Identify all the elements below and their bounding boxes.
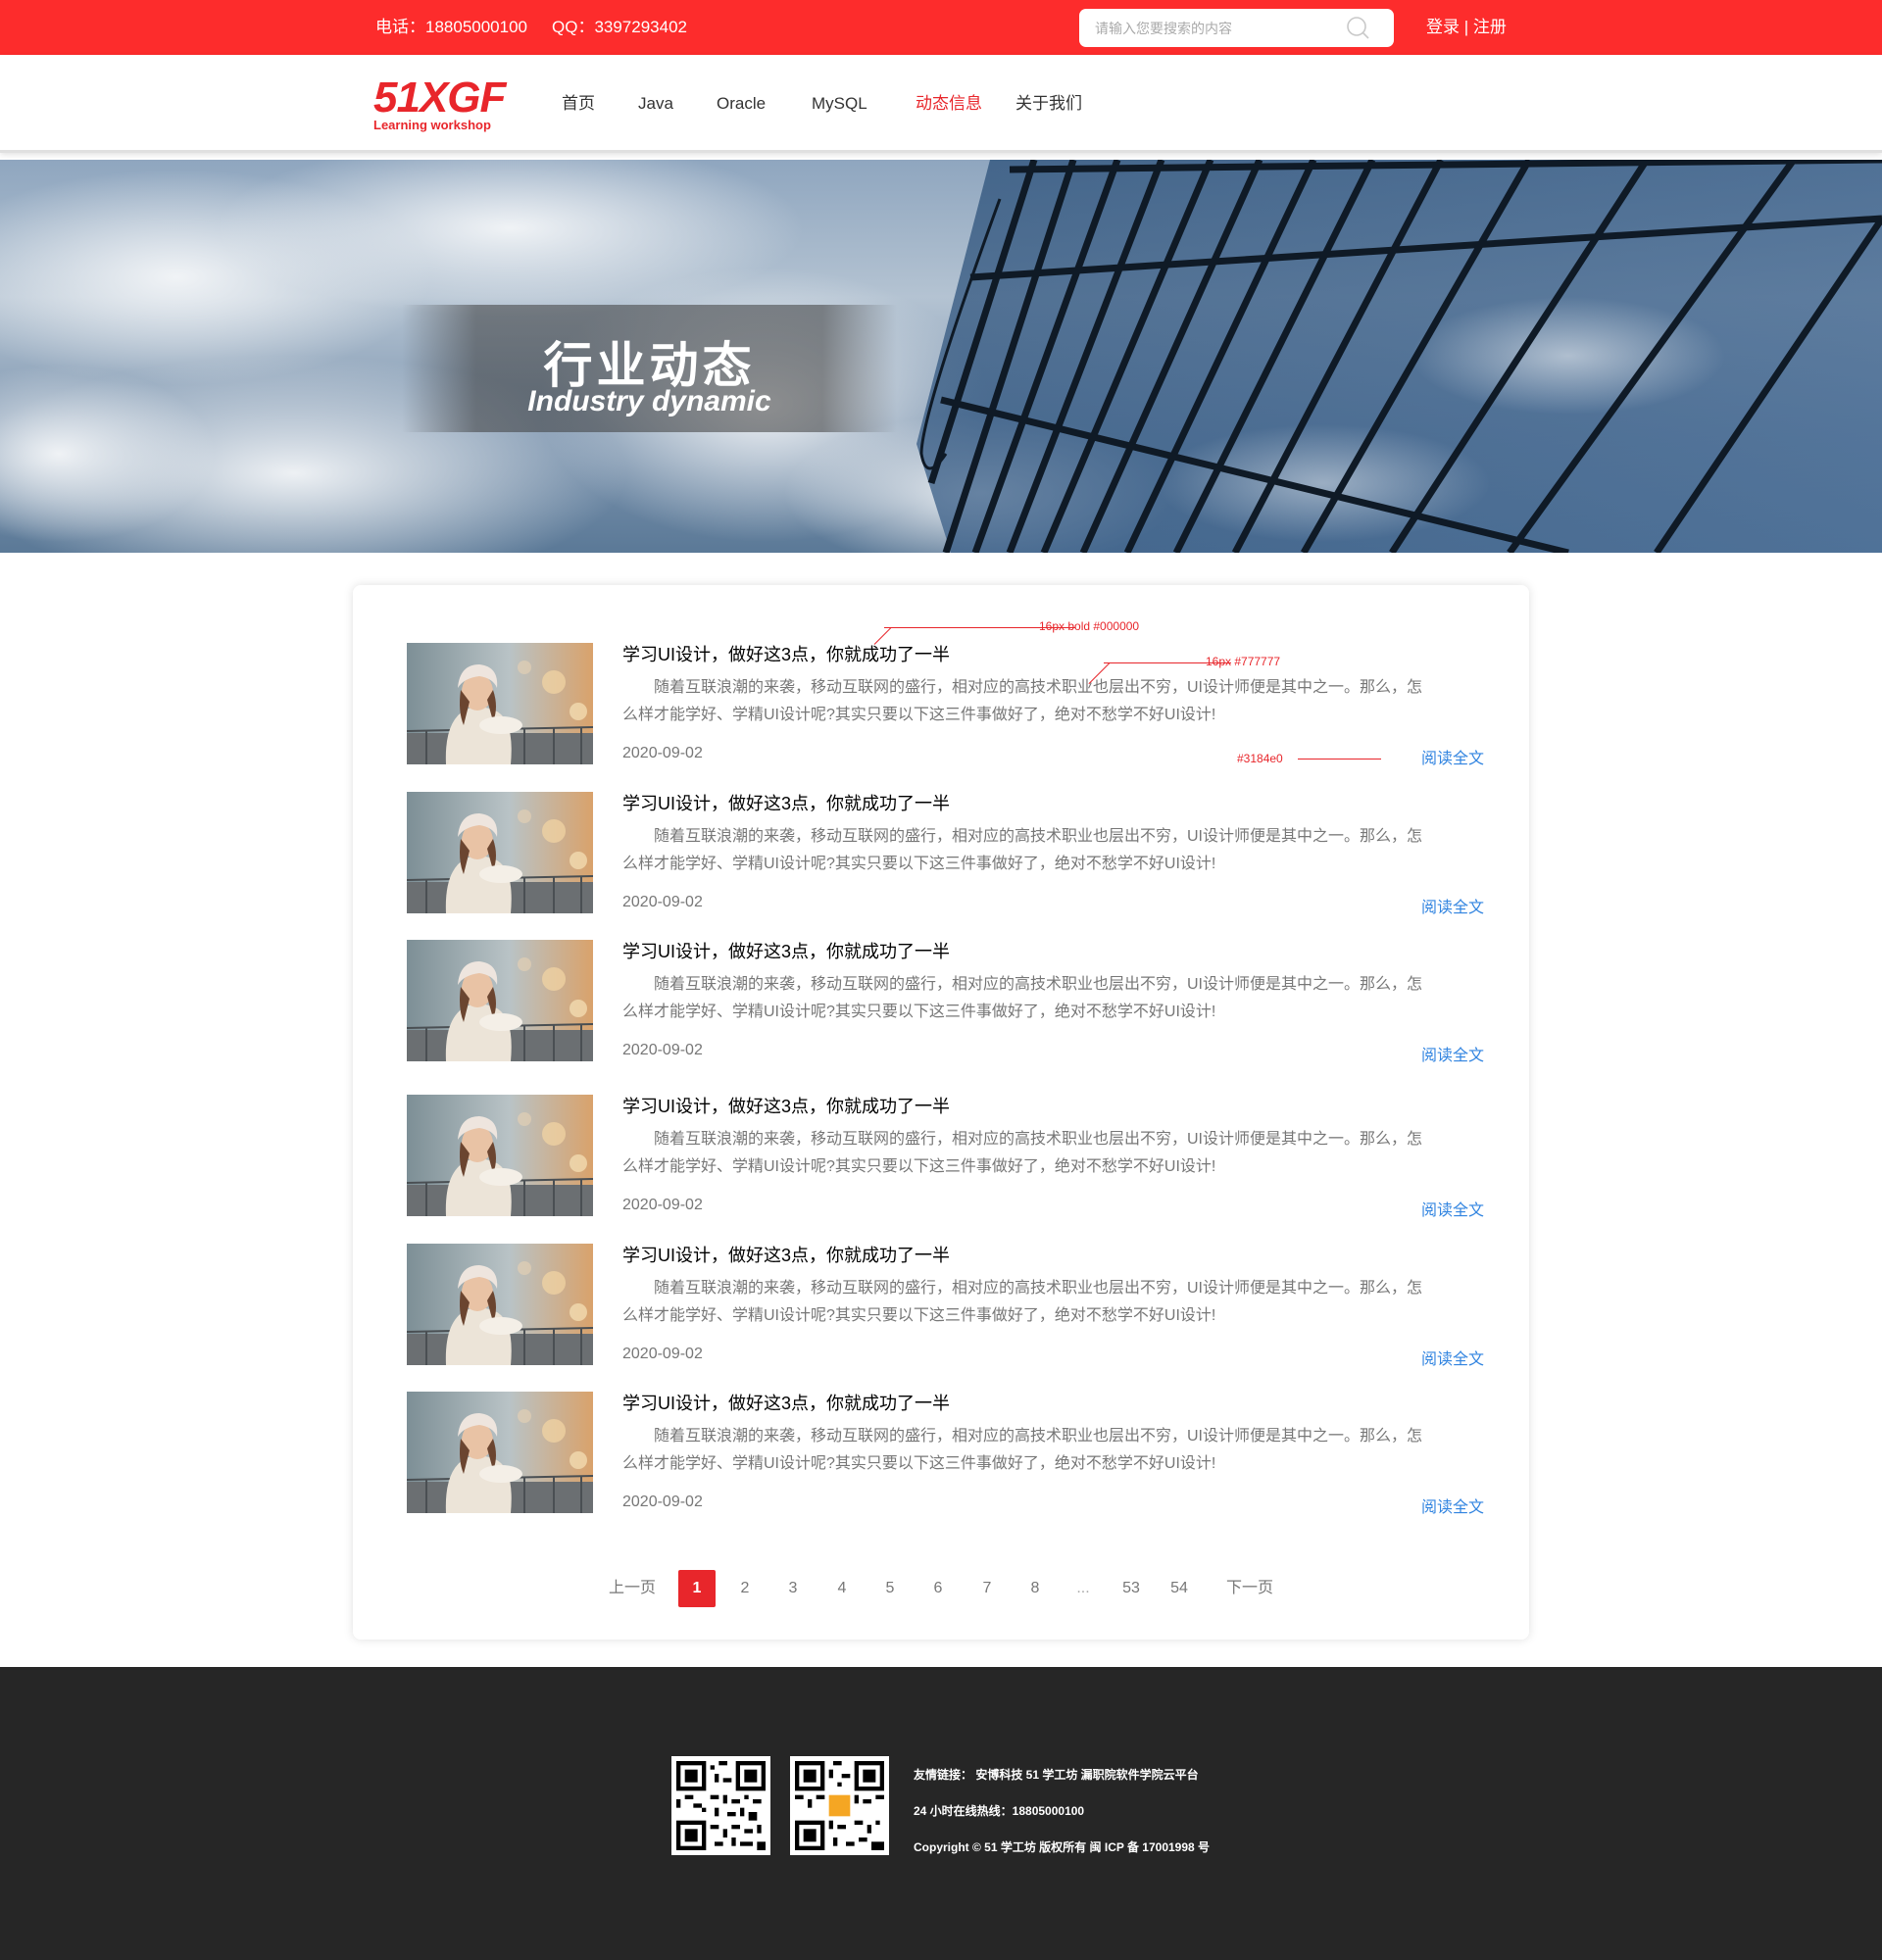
article-thumbnail[interactable] — [407, 1244, 593, 1365]
article-excerpt: 随着互联浪潮的来袭，移动互联网的盛行，相对应的高技术职业也层出不穷，UI设计师便… — [622, 1280, 1423, 1324]
list-item[interactable]: 学习UI设计，做好这3点，你就成功了一半 随着互联浪潮的来袭，移动互联网的盛行，… — [407, 1093, 1484, 1219]
register-link[interactable]: 注册 — [1473, 18, 1507, 36]
top-bar: 电话：18805000100 QQ：3397293402 登录 | 注册 — [0, 0, 1882, 55]
list-item[interactable]: 学习UI设计，做好这3点，你就成功了一半 随着互联浪潮的来袭，移动互联网的盛行，… — [407, 938, 1484, 1064]
article-date: 2020-09-02 — [622, 1042, 703, 1058]
list-item[interactable]: 学习UI设计，做好这3点，你就成功了一半 随着互联浪潮的来袭，移动互联网的盛行，… — [407, 1390, 1484, 1516]
list-item[interactable]: 学习UI设计，做好这3点，你就成功了一半 随着互联浪潮的来袭，移动互联网的盛行，… — [407, 790, 1484, 916]
banner-subtitle: Industry dynamic — [527, 385, 771, 417]
article-date: 2020-09-02 — [622, 745, 703, 761]
search-box — [1079, 9, 1394, 47]
annotation-title-spec: 16px bold #000000 — [1039, 619, 1140, 633]
qq-number: QQ：3397293402 — [552, 18, 687, 36]
article-thumbnail[interactable] — [407, 1095, 593, 1216]
read-more-link[interactable]: 阅读全文 — [1421, 1197, 1484, 1220]
article-date: 2020-09-02 — [622, 1494, 703, 1510]
search-icon[interactable] — [1346, 16, 1371, 41]
pagination-page[interactable]: 7 — [968, 1570, 1006, 1607]
qr-code-1 — [671, 1756, 770, 1855]
pagination-page[interactable]: 8 — [1016, 1570, 1054, 1607]
pagination-page[interactable]: 6 — [919, 1570, 957, 1607]
article-excerpt: 随着互联浪潮的来袭，移动互联网的盛行，相对应的高技术职业也层出不穷，UI设计师便… — [622, 976, 1423, 1020]
search-input[interactable] — [1093, 9, 1338, 47]
pagination-page[interactable]: 4 — [823, 1570, 861, 1607]
nav-item-mysql[interactable]: MySQL — [812, 55, 867, 153]
login-link[interactable]: 登录 — [1426, 18, 1460, 36]
article-thumbnail[interactable] — [407, 940, 593, 1061]
footer-friend-links[interactable]: 友情链接： 安博科技 51 学工坊 漏职院软件学院云平台 — [914, 1766, 1199, 1783]
article-thumbnail[interactable] — [407, 792, 593, 913]
article-photo — [407, 1392, 593, 1513]
article-photo — [407, 1095, 593, 1216]
hero-banner: 行业动态 Industry dynamic — [0, 160, 1882, 553]
pagination-page[interactable]: 3 — [774, 1570, 812, 1607]
read-more-link[interactable]: 阅读全文 — [1421, 745, 1484, 768]
pagination-page[interactable]: 2 — [726, 1570, 764, 1607]
qr-code-icon — [676, 1761, 766, 1850]
nav-item-oracle[interactable]: Oracle — [717, 55, 766, 153]
auth-links: 登录 | 注册 — [1426, 0, 1507, 55]
pagination-page[interactable]: 54 — [1161, 1570, 1198, 1607]
logo-subtitle: Learning workshop — [373, 118, 491, 132]
pagination: 上一页 1 2 3 4 5 6 7 8 ... 53 54 下一页 — [353, 1570, 1529, 1607]
banner-background-image — [0, 160, 1882, 553]
article-title[interactable]: 学习UI设计，做好这3点，你就成功了一半 — [622, 1093, 950, 1118]
qr-code-2 — [790, 1756, 889, 1855]
read-more-link[interactable]: 阅读全文 — [1421, 1494, 1484, 1517]
footer-hotline: 24 小时在线热线：18805000100 — [914, 1804, 1085, 1818]
list-item[interactable]: 学习UI设计，做好这3点，你就成功了一半 随着互联浪潮的来袭，移动互联网的盛行，… — [407, 641, 1484, 767]
logo-text: 51XGF — [373, 74, 506, 122]
annotation-body-spec: 16px #777777 — [1206, 655, 1281, 668]
article-photo — [407, 643, 593, 764]
annotation-line-link — [1298, 759, 1381, 760]
site-footer: 友情链接： 安博科技 51 学工坊 漏职院软件学院云平台 24 小时在线热线：1… — [0, 1667, 1882, 1960]
banner-title-box: 行业动态 Industry dynamic — [402, 305, 897, 432]
article-date: 2020-09-02 — [622, 1346, 703, 1362]
article-title[interactable]: 学习UI设计，做好这3点，你就成功了一半 — [622, 1242, 950, 1267]
nav-item-news[interactable]: 动态信息 — [916, 55, 982, 153]
pagination-page[interactable]: 5 — [871, 1570, 909, 1607]
pagination-page[interactable]: 53 — [1113, 1570, 1150, 1607]
article-title[interactable]: 学习UI设计，做好这3点，你就成功了一半 — [622, 938, 950, 963]
article-date: 2020-09-02 — [622, 1197, 703, 1213]
article-list-card: 学习UI设计，做好这3点，你就成功了一半 随着互联浪潮的来袭，移动互联网的盛行，… — [353, 585, 1529, 1640]
article-title[interactable]: 学习UI设计，做好这3点，你就成功了一半 — [622, 790, 950, 815]
article-title[interactable]: 学习UI设计，做好这3点，你就成功了一半 — [622, 1390, 950, 1415]
read-more-link[interactable]: 阅读全文 — [1421, 894, 1484, 917]
read-more-link[interactable]: 阅读全文 — [1421, 1042, 1484, 1065]
pagination-ellipsis: ... — [1076, 1580, 1090, 1596]
article-date: 2020-09-02 — [622, 894, 703, 910]
article-title[interactable]: 学习UI设计，做好这3点，你就成功了一半 — [622, 641, 950, 666]
annotation-link-spec: #3184e0 — [1237, 752, 1283, 765]
nav-item-about[interactable]: 关于我们 — [1015, 55, 1082, 153]
phone-number: 电话：18805000100 — [375, 18, 528, 36]
nav-item-home[interactable]: 首页 — [562, 55, 595, 153]
article-photo — [407, 792, 593, 913]
article-excerpt: 随着互联浪潮的来袭，移动互联网的盛行，相对应的高技术职业也层出不穷，UI设计师便… — [622, 828, 1423, 872]
qr-code-icon — [795, 1761, 884, 1850]
article-excerpt: 随着互联浪潮的来袭，移动互联网的盛行，相对应的高技术职业也层出不穷，UI设计师便… — [622, 1428, 1423, 1472]
read-more-link[interactable]: 阅读全文 — [1421, 1346, 1484, 1369]
auth-separator: | — [1463, 18, 1469, 36]
article-excerpt: 随着互联浪潮的来袭，移动互联网的盛行，相对应的高技术职业也层出不穷，UI设计师便… — [622, 679, 1423, 723]
footer-copyright: Copyright © 51 学工坊 版权所有 闽 ICP 备 17001998… — [914, 1840, 1211, 1854]
article-excerpt: 随着互联浪潮的来袭，移动互联网的盛行，相对应的高技术职业也层出不穷，UI设计师便… — [622, 1131, 1423, 1175]
site-logo[interactable]: 51XGF Learning workshop — [373, 74, 511, 133]
pagination-prev[interactable]: 上一页 — [598, 1570, 667, 1607]
article-photo — [407, 940, 593, 1061]
article-thumbnail[interactable] — [407, 643, 593, 764]
article-thumbnail[interactable] — [407, 1392, 593, 1513]
pagination-next[interactable]: 下一页 — [1215, 1570, 1284, 1607]
article-photo — [407, 1244, 593, 1365]
list-item[interactable]: 学习UI设计，做好这3点，你就成功了一半 随着互联浪潮的来袭，移动互联网的盛行，… — [407, 1242, 1484, 1368]
pagination-page-current[interactable]: 1 — [678, 1570, 716, 1607]
nav-item-java[interactable]: Java — [638, 55, 673, 153]
